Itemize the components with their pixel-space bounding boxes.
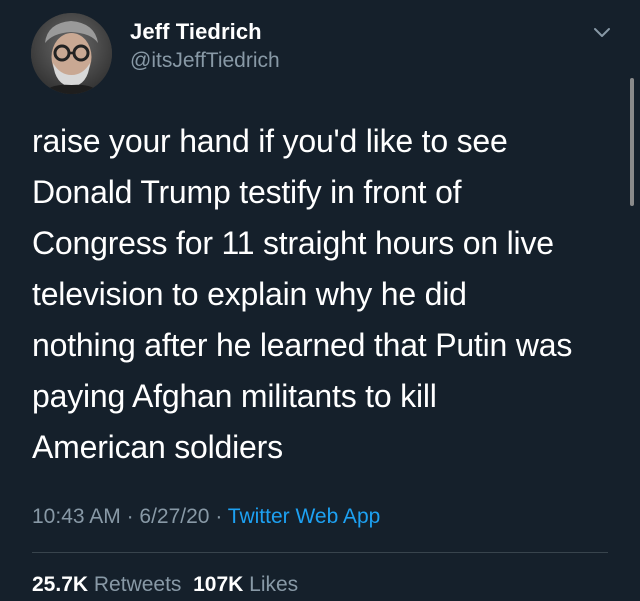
likes-stat[interactable]: 107K Likes xyxy=(193,573,298,596)
scrollbar[interactable] xyxy=(630,78,634,206)
tweet-time[interactable]: 10:43 AM xyxy=(32,505,121,528)
retweets-count: 25.7K xyxy=(32,573,89,596)
chevron-down-icon[interactable] xyxy=(591,25,613,41)
author-display-name[interactable]: Jeff Tiedrich xyxy=(130,18,280,46)
tweet-card: Jeff Tiedrich @itsJeffTiedrich raise you… xyxy=(0,0,640,601)
retweets-label: Retweets xyxy=(93,573,182,596)
tweet-date[interactable]: 6/27/20 xyxy=(139,505,209,528)
profile-photo-icon xyxy=(31,13,112,94)
likes-label: Likes xyxy=(249,573,299,596)
retweets-stat[interactable]: 25.7K Retweets xyxy=(32,573,181,596)
tweet-text: raise your hand if you'd like to see Don… xyxy=(32,123,573,465)
divider xyxy=(32,552,608,553)
likes-count: 107K xyxy=(193,573,244,596)
meta-separator: · xyxy=(120,505,140,528)
tweet-stats: 25.7K Retweets 107K Likes xyxy=(32,570,298,600)
meta-separator: · xyxy=(209,505,228,528)
author-handle[interactable]: @itsJeffTiedrich xyxy=(130,46,280,76)
author-block: Jeff Tiedrich @itsJeffTiedrich xyxy=(130,18,280,76)
tweet-source-link[interactable]: Twitter Web App xyxy=(228,505,381,528)
avatar[interactable] xyxy=(31,13,112,94)
tweet-meta: 10:43 AM · 6/27/20 · Twitter Web App xyxy=(32,502,380,532)
